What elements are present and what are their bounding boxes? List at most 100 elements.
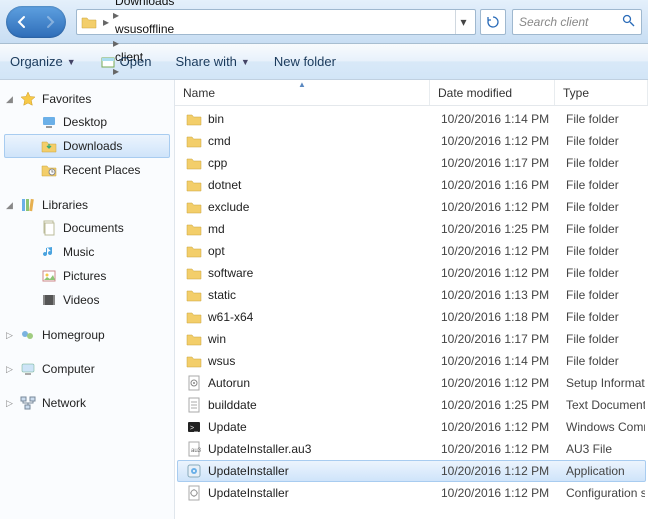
file-row[interactable]: w61-x64 10/20/2016 1:18 PMFile folder [177, 306, 646, 328]
file-name: w61-x64 [208, 310, 253, 324]
sidebar-favorites-header[interactable]: ◢ Favorites [0, 88, 174, 110]
file-row[interactable]: win 10/20/2016 1:17 PMFile folder [177, 328, 646, 350]
file-date: 10/20/2016 1:14 PM [433, 112, 558, 126]
column-type[interactable]: Type [555, 80, 648, 105]
file-row[interactable]: builddate10/20/2016 1:25 PMText Document [177, 394, 646, 416]
toolbar: Organize▼ Open Share with▼ New folder [0, 44, 648, 80]
sidebar-homegroup[interactable]: ▷ Homegroup [0, 324, 174, 346]
breadcrumb-dropdown[interactable]: ▾ [455, 10, 471, 34]
file-name: static [208, 288, 236, 302]
file-row[interactable]: software10/20/2016 1:12 PMFile folder [177, 262, 646, 284]
network-icon [20, 395, 36, 411]
file-name: cpp [208, 156, 227, 170]
navigation-bar: ▸ Chris▸Downloads▸wsusoffline▸client▸ ▾ … [0, 0, 648, 44]
chevron-down-icon: ◢ [6, 200, 13, 211]
file-type: File folder [558, 310, 645, 324]
file-row[interactable]: UpdateInstaller10/20/2016 1:12 PMApplica… [177, 460, 646, 482]
file-name: win [208, 332, 226, 346]
sidebar-item[interactable]: Downloads [4, 134, 170, 158]
back-button[interactable] [8, 8, 36, 36]
file-name: wsus [208, 354, 235, 368]
chevron-right-icon[interactable]: ▸ [103, 15, 109, 29]
folder-icon [186, 353, 202, 369]
sort-asc-icon: ▲ [298, 80, 306, 89]
sidebar-item-label: Desktop [63, 115, 107, 129]
column-name[interactable]: ▲ Name [175, 80, 430, 105]
sidebar-favorites-group: ◢ Favorites Desktop DownloadsRecent Place… [0, 88, 174, 182]
file-name: bin [208, 112, 224, 126]
file-type: File folder [558, 134, 645, 148]
file-row[interactable]: dotnet10/20/2016 1:16 PMFile folder [177, 174, 646, 196]
folder-icon [81, 14, 97, 30]
file-date: 10/20/2016 1:14 PM [433, 354, 558, 368]
sidebar: ◢ Favorites Desktop DownloadsRecent Place… [0, 80, 175, 519]
file-date: 10/20/2016 1:16 PM [433, 178, 558, 192]
search-input[interactable]: Search client [512, 9, 642, 35]
file-type: Setup Information [558, 376, 645, 390]
sidebar-network[interactable]: ▷ Network [0, 392, 174, 414]
inf-icon [186, 375, 202, 391]
au3-icon: au3 [186, 441, 202, 457]
file-row[interactable]: wsus10/20/2016 1:14 PMFile folder [177, 350, 646, 372]
file-row[interactable]: UpdateInstaller10/20/2016 1:12 PMConfigu… [177, 482, 646, 504]
folder-icon [186, 331, 202, 347]
chevron-right-icon[interactable]: ▸ [113, 8, 119, 22]
chevron-right-icon: ▷ [6, 330, 13, 341]
forward-button[interactable] [36, 8, 64, 36]
sidebar-item[interactable]: Documents [4, 216, 170, 240]
file-date: 10/20/2016 1:17 PM [433, 332, 558, 346]
recent-icon [41, 162, 57, 178]
column-headers: ▲ Name Date modified Type [175, 80, 648, 106]
file-row[interactable]: static 10/20/2016 1:13 PMFile folder [177, 284, 646, 306]
file-row[interactable]: >_Update10/20/2016 1:12 PMWindows Comman… [177, 416, 646, 438]
file-type: File folder [558, 222, 645, 236]
sidebar-item[interactable]: Music [4, 240, 170, 264]
sidebar-item[interactable]: Desktop [4, 110, 170, 134]
open-button[interactable]: Open [100, 54, 152, 70]
search-placeholder: Search client [519, 15, 588, 29]
file-type: Configuration settings [558, 486, 645, 500]
file-name: cmd [208, 134, 231, 148]
organize-menu[interactable]: Organize▼ [10, 54, 76, 69]
file-type: File folder [558, 288, 645, 302]
chevron-right-icon[interactable]: ▸ [113, 36, 119, 50]
file-type: File folder [558, 156, 645, 170]
breadcrumb[interactable]: ▸ Chris▸Downloads▸wsusoffline▸client▸ ▾ [76, 9, 476, 35]
file-name: dotnet [208, 178, 241, 192]
sidebar-libraries-header[interactable]: ◢ Libraries [0, 194, 174, 216]
file-row[interactable]: Autorun10/20/2016 1:12 PMSetup Informati… [177, 372, 646, 394]
star-icon [20, 91, 36, 107]
file-row[interactable]: bin10/20/2016 1:14 PMFile folder [177, 108, 646, 130]
file-type: File folder [558, 332, 645, 346]
chevron-down-icon: ▼ [67, 57, 76, 67]
share-menu[interactable]: Share with▼ [175, 54, 249, 69]
file-date: 10/20/2016 1:12 PM [433, 266, 558, 280]
refresh-button[interactable] [480, 9, 506, 35]
folder-icon [186, 243, 202, 259]
txt-icon [186, 397, 202, 413]
file-row[interactable]: cmd10/20/2016 1:12 PMFile folder [177, 130, 646, 152]
chevron-right-icon: ▷ [6, 364, 13, 375]
file-row[interactable]: au3UpdateInstaller.au310/20/2016 1:12 PM… [177, 438, 646, 460]
new-folder-button[interactable]: New folder [274, 54, 336, 69]
column-date[interactable]: Date modified [430, 80, 555, 105]
file-row[interactable]: opt10/20/2016 1:12 PMFile folder [177, 240, 646, 262]
file-row[interactable]: md10/20/2016 1:25 PMFile folder [177, 218, 646, 240]
file-date: 10/20/2016 1:12 PM [433, 486, 558, 500]
file-date: 10/20/2016 1:18 PM [433, 310, 558, 324]
file-type: Text Document [558, 398, 645, 412]
documents-icon [41, 220, 57, 236]
folder-icon [186, 199, 202, 215]
sidebar-item[interactable]: Videos [4, 288, 170, 312]
file-date: 10/20/2016 1:13 PM [433, 288, 558, 302]
file-row[interactable]: exclude10/20/2016 1:12 PMFile folder [177, 196, 646, 218]
ini-icon [186, 485, 202, 501]
folder-icon [186, 287, 202, 303]
breadcrumb-segment[interactable]: wsusoffline [111, 22, 178, 36]
search-icon [622, 14, 635, 30]
sidebar-item[interactable]: Recent Places [4, 158, 170, 182]
file-row[interactable]: cpp10/20/2016 1:17 PMFile folder [177, 152, 646, 174]
sidebar-item[interactable]: Pictures [4, 264, 170, 288]
sidebar-computer[interactable]: ▷ Computer [0, 358, 174, 380]
breadcrumb-segment[interactable]: Downloads [111, 0, 178, 8]
